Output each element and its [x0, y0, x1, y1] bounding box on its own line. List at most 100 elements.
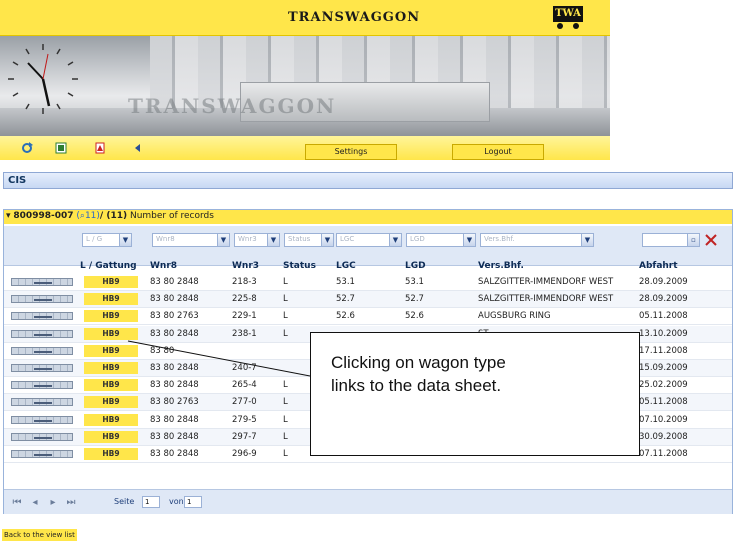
cell-wnr8: 83 80 2848 [150, 449, 199, 459]
last-page-icon[interactable]: ⏭ [64, 496, 78, 510]
wagon-type-link[interactable]: HB9 [84, 379, 138, 392]
cell-wnr8: 83 80 2848 [150, 431, 199, 442]
column-header-status[interactable]: Status [283, 261, 316, 271]
cell-vers: SALZGITTER-IMMENDORF WEST [478, 294, 614, 305]
wagon-type-link[interactable]: HB9 [84, 327, 138, 340]
table-row[interactable]: HB9 83 80 2848 225-8 L 52.7 52.7 SALZGITTER-IM… [4, 291, 732, 309]
cell-status: L [283, 294, 288, 305]
cell-vers: AUGSBURG RING [478, 311, 551, 322]
grid-header-row: L / Gattung Wnr8 Wnr3 Status LGC LGD Ver… [4, 260, 732, 274]
cell-wnr3: 296-9 [232, 449, 257, 459]
cell-wnr3: 297-7 [232, 431, 257, 442]
filter-wnr8[interactable]: Wnr8 ▼ [152, 233, 230, 247]
column-header-abfahrt[interactable]: Abfahrt [639, 261, 678, 271]
wagon-icon [11, 415, 73, 424]
wagon-type-link[interactable]: HB9 [84, 430, 138, 443]
wagon-type-link[interactable]: HB9 [84, 276, 138, 288]
search-count-link[interactable]: (⌕11) [76, 211, 100, 221]
cell-wnr3: 240-7 [232, 363, 257, 373]
column-header-versand-bhf[interactable]: Vers.Bhf. [478, 261, 524, 271]
calendar-icon[interactable]: ▫ [687, 234, 699, 246]
logo-wheel-icon [557, 23, 563, 29]
clear-filter-icon[interactable] [704, 233, 718, 247]
filter-wnr8-placeholder: Wnr8 [156, 235, 175, 243]
cell-vers: SALZGITTER-IMMENDORF WEST [478, 277, 614, 287]
page-total: 1 [184, 496, 202, 508]
export-pdf-icon[interactable] [94, 142, 106, 154]
wagon-type-link[interactable]: HB9 [84, 396, 138, 409]
grid-title-text: ▾ 800998-007 (⌕11)/ (11) Number of recor… [6, 211, 214, 221]
wagon-type-link[interactable]: HB9 [84, 362, 138, 374]
back-to-view-list-button[interactable]: Back to the view list [2, 529, 77, 541]
wagon-type-link[interactable]: HB9 [84, 413, 138, 426]
filter-status[interactable]: Status ▼ [284, 233, 334, 247]
cell-wnr3: 277-0 [232, 397, 257, 408]
callout-text: Clicking on wagon type links to the data… [331, 353, 506, 395]
column-header-wnr8[interactable]: Wnr8 [150, 261, 177, 271]
prev-page-icon[interactable]: ◂ [28, 496, 42, 510]
collapse-arrow-icon[interactable]: ▾ [6, 211, 11, 221]
first-page-icon[interactable]: ⏮ [10, 496, 24, 510]
cell-wnr3: 265-4 [232, 380, 257, 391]
chevron-down-icon[interactable]: ▼ [463, 234, 475, 246]
filter-wnr3[interactable]: Wnr3 ▼ [234, 233, 280, 247]
hero-wagon-text: TRANSWAGGON [128, 94, 337, 118]
cell-abfahrt: 25.02.2009 [639, 380, 688, 391]
wagon-icon [11, 398, 73, 407]
cell-lgd: 52.6 [405, 311, 424, 322]
table-row[interactable]: HB9 83 80 2848 218-3 L 53.1 53.1 SALZGITTER-IM… [4, 274, 732, 291]
chevron-down-icon[interactable]: ▼ [267, 234, 279, 246]
cell-lgd: 53.1 [405, 277, 424, 287]
cell-wnr8: 83 80 2848 [150, 328, 199, 339]
settings-button[interactable]: Settings [305, 144, 397, 160]
wagon-icon [11, 450, 73, 458]
refresh-icon[interactable] [21, 142, 33, 154]
filter-gattung[interactable]: L / G ▼ [82, 233, 132, 247]
filter-lgd[interactable]: LGD ▼ [406, 233, 476, 247]
cell-abfahrt: 07.11.2008 [639, 449, 688, 459]
filter-versand-bhf[interactable]: Vers.Bhf. ▼ [480, 233, 594, 247]
hero-photo: TRANSWAGGON [0, 36, 610, 136]
wagon-type-link[interactable]: HB9 [84, 310, 138, 323]
column-header-lgc[interactable]: LGC [336, 261, 356, 271]
column-header-gattung[interactable]: L / Gattung [80, 261, 137, 271]
table-row[interactable]: HB9 83 80 2763 229-1 L 52.6 52.6 AUGSBURG RING… [4, 308, 732, 326]
chevron-down-icon[interactable]: ▼ [119, 234, 131, 246]
grid-title: ▾ 800998-007 (⌕11)/ (11) Number of recor… [4, 210, 732, 224]
filter-abfahrt[interactable]: ▫ [642, 233, 700, 247]
cell-status: L [283, 311, 288, 322]
cell-wnr3: 238-1 [232, 328, 257, 339]
wagon-icon [11, 381, 73, 390]
wagon-type-link[interactable]: HB9 [84, 448, 138, 460]
next-page-icon[interactable]: ▸ [46, 496, 60, 510]
brand-title: TRANSWAGGON [288, 10, 421, 25]
logo-wheel-icon [573, 23, 579, 29]
chevron-down-icon[interactable]: ▼ [217, 234, 229, 246]
logout-button[interactable]: Logout [452, 144, 544, 160]
chevron-down-icon[interactable]: ▼ [389, 234, 401, 246]
callout-box: Clicking on wagon type links to the data… [310, 332, 640, 456]
clock-icon [8, 44, 78, 114]
cell-wnr8: 83 80 2763 [150, 311, 199, 322]
page-input[interactable]: 1 [142, 496, 160, 508]
column-header-wnr3[interactable]: Wnr3 [232, 261, 259, 271]
back-arrow-icon[interactable] [132, 142, 144, 154]
wagon-type-link[interactable]: HB9 [84, 344, 138, 357]
cell-wnr8: 83 80 2848 [150, 294, 199, 305]
chevron-down-icon[interactable]: ▼ [581, 234, 593, 246]
grid-title-id: 800998-007 [13, 211, 74, 221]
cell-wnr3: 279-5 [232, 414, 257, 425]
cell-wnr8: 83 80 2848 [150, 277, 199, 287]
wagon-icon [11, 312, 73, 321]
filter-lgc[interactable]: LGC ▼ [336, 233, 402, 247]
wagon-icon [11, 278, 73, 286]
chevron-down-icon[interactable]: ▼ [321, 234, 333, 246]
cell-abfahrt: 13.10.2009 [639, 328, 688, 339]
cell-lgc: 52.7 [336, 294, 355, 305]
cell-abfahrt: 05.11.2008 [639, 397, 688, 408]
wagon-type-link[interactable]: HB9 [84, 293, 138, 306]
column-header-lgd[interactable]: LGD [405, 261, 426, 271]
cell-wnr8: 83 80 2848 [150, 380, 199, 391]
export-excel-icon[interactable] [55, 142, 67, 154]
toolbar: Settings Logout [0, 136, 610, 160]
